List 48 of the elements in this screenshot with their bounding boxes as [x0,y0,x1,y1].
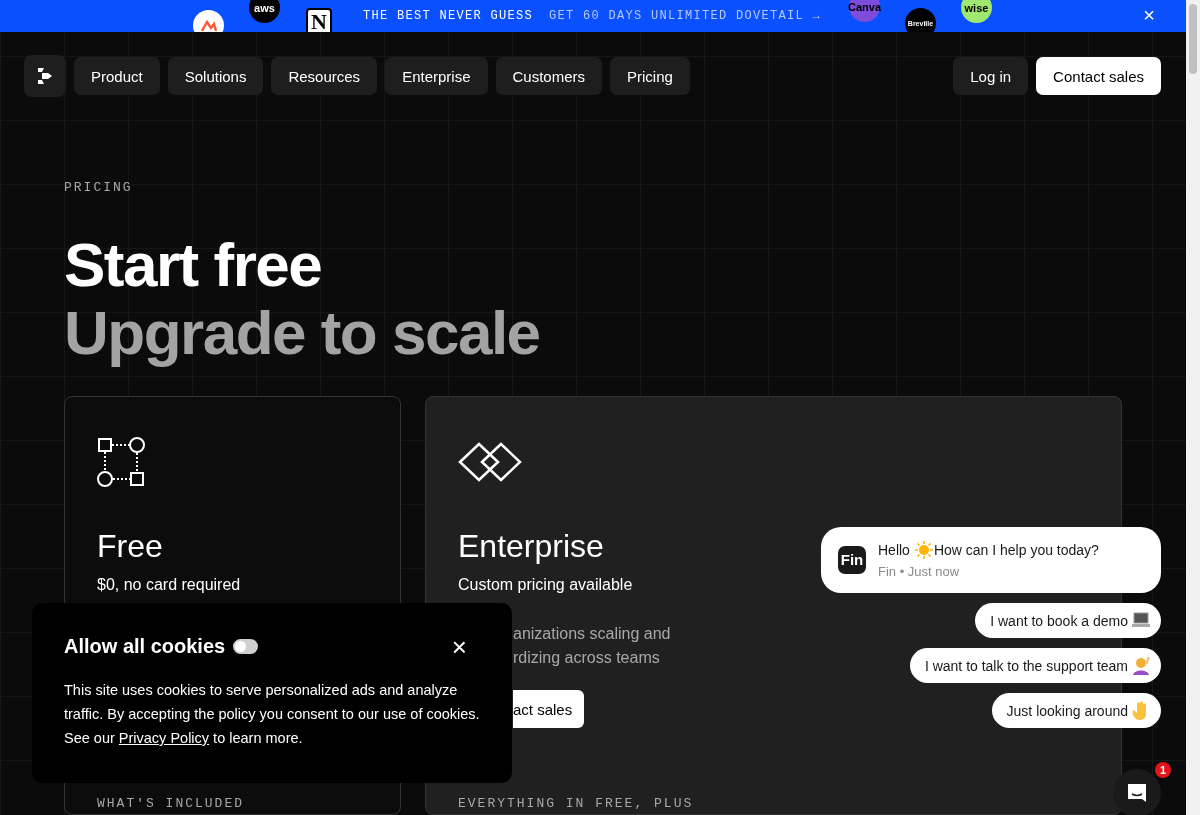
nav-item[interactable]: Resources [271,57,378,95]
plan-price: Custom pricing available [458,575,633,595]
section-label: WHAT'S INCLUDED [97,796,245,811]
laptop-icon [1132,612,1150,627]
brand-logo: wise [961,0,992,23]
nav-item[interactable]: Product [74,57,160,95]
brand-logo: aws [249,0,280,23]
plan-description: rdizing across teams [513,648,660,668]
page-title: Start free [64,231,323,299]
plan-name: Enterprise [458,527,604,566]
nav-item[interactable]: Customers [495,57,603,95]
sun-icon [914,541,934,559]
plan-description: anizations scaling and [513,624,671,644]
quick-reply[interactable]: Just looking around [991,693,1161,728]
chat-launcher[interactable] [1113,769,1161,815]
privacy-policy-link[interactable]: Privacy Policy [118,730,210,746]
bot-avatar: Fin [838,546,866,574]
plan-price: $0, no card required [97,575,241,595]
waving-hand-icon [1132,701,1146,720]
section-eyebrow: PRICING [64,180,134,195]
contact-sales-button[interactable]: act sales [513,690,585,728]
quick-reply[interactable]: I want to talk to the support team [909,648,1161,683]
greeting-text: Hello [878,542,910,558]
nodes-icon [97,437,145,487]
nav-item[interactable]: Pricing [610,57,690,95]
brand-logo: Canva [849,0,880,22]
person-icon [1133,656,1151,675]
message-meta: Fin • Just now [878,564,961,579]
section-label: EVERYTHING IN FREE, PLUS [458,796,694,811]
greeting-text: How can I help you today? [933,542,1099,558]
notification-badge: 1 [1155,762,1171,778]
page-subtitle: Upgrade to scale [64,299,541,367]
scrollbar[interactable] [1186,0,1200,815]
nav-item[interactable]: Enterprise [385,57,488,95]
chat-icon [1128,784,1146,802]
nav-item[interactable]: Solutions [167,57,264,95]
cookie-title: Allow all cookies [64,635,226,658]
login-button[interactable]: Log in [953,57,1029,95]
brand-logo: N [306,8,332,32]
logo-icon[interactable] [24,55,66,97]
cookie-text: This site uses cookies to serve personalized ads and analyze traffic. By accepting the policy you consent to our use of cookies. See our Privacy Policy to learn more. [64,681,480,748]
announcement-link[interactable]: GET 60 DAYS UNLIMITED DOVETAIL → [549,9,822,23]
diamonds-icon [458,442,522,482]
announcement-headline: THE BEST NEVER GUESS [362,9,533,23]
quick-reply[interactable]: I want to book a demo [975,603,1161,638]
contact-sales-button[interactable]: Contact sales [1036,57,1161,95]
plan-name: Free [97,527,163,566]
cookie-toggle[interactable] [233,639,259,654]
